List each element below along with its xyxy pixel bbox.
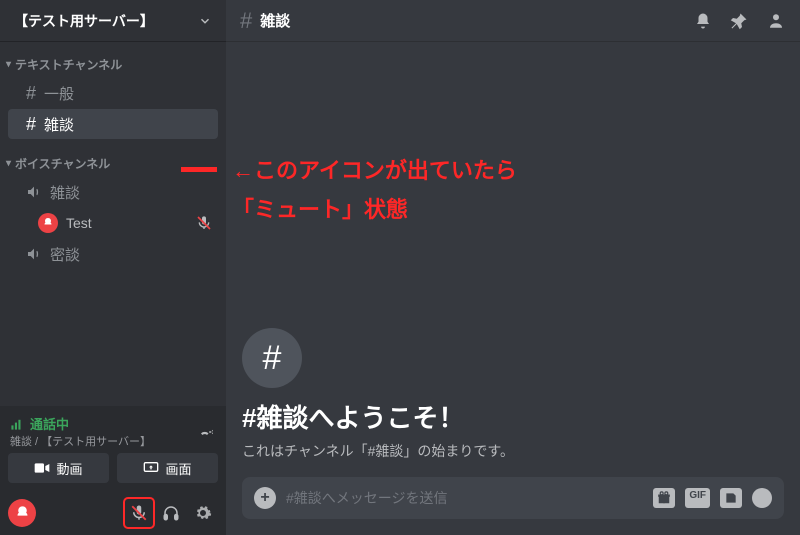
message-area: # #雑談へようこそ！ これはチャンネル「#雑談」の始まりです。 + #雑談へメ… (226, 42, 800, 535)
channel-header: # 雑談 (226, 0, 800, 42)
channel-name: 一般 (44, 83, 74, 104)
channel-name: 密談 (50, 244, 80, 265)
avatar (38, 213, 58, 233)
avatar[interactable] (8, 499, 36, 527)
voice-status-sub: 雑談 / 【テスト用サーバー】 (10, 433, 151, 449)
mic-muted-icon (130, 504, 148, 522)
hash-icon: # (26, 114, 36, 135)
channel-title: 雑談 (260, 10, 290, 31)
chevron-down-icon: ▾ (6, 59, 11, 70)
voice-status-panel: 通話中 雑談 / 【テスト用サーバー】 動画 画面 (0, 406, 226, 535)
hash-icon: # (240, 8, 252, 34)
mic-muted-icon (196, 215, 212, 231)
speaker-icon (26, 184, 42, 200)
server-name: 【テスト用サーバー】 (14, 11, 154, 31)
category-voice[interactable]: ▾ ボイスチャンネル (0, 149, 226, 176)
members-icon[interactable] (766, 12, 786, 30)
category-label: テキストチャンネル (15, 56, 122, 73)
gear-icon (194, 504, 212, 522)
video-button[interactable]: 動画 (8, 453, 109, 483)
gift-button[interactable] (653, 488, 675, 508)
message-composer[interactable]: + #雑談へメッセージを送信 GIF (242, 477, 784, 519)
emoji-button[interactable] (752, 488, 772, 508)
voice-user-name: Test (66, 215, 92, 231)
voice-channel-zatsudan[interactable]: 雑談 (8, 177, 218, 207)
composer-placeholder: #雑談へメッセージを送信 (286, 488, 643, 508)
button-label: 画面 (165, 459, 191, 478)
server-header[interactable]: 【テスト用サーバー】 (0, 0, 226, 42)
text-channel-general[interactable]: # 一般 (8, 78, 218, 108)
pin-icon[interactable] (730, 12, 748, 30)
category-label: ボイスチャンネル (15, 155, 110, 172)
sticker-button[interactable] (720, 488, 742, 508)
screen-icon (143, 461, 159, 475)
camera-icon (34, 462, 50, 474)
voice-channel-mitsu[interactable]: 密談 (8, 239, 218, 269)
category-text[interactable]: ▾ テキストチャンネル (0, 50, 226, 77)
settings-button[interactable] (188, 498, 218, 528)
notifications-icon[interactable] (694, 12, 712, 30)
channel-name: 雑談 (50, 182, 80, 203)
speaker-icon (26, 246, 42, 262)
chevron-down-icon (198, 14, 212, 28)
headphones-icon (162, 504, 180, 522)
voice-connected-label: 通話中 (10, 414, 151, 433)
voice-user[interactable]: Test (0, 208, 226, 238)
main-area: # 雑談 # #雑談へようこそ！ これはチャンネル「#雑談」の始まりです。 + (226, 0, 800, 535)
mute-button[interactable] (124, 498, 154, 528)
deafen-button[interactable] (156, 498, 186, 528)
button-label: 動画 (56, 459, 82, 478)
signal-icon (10, 417, 24, 431)
hash-badge: # (242, 328, 302, 388)
text-channel-zatsudan[interactable]: # 雑談 (8, 109, 218, 139)
hash-icon: # (26, 83, 36, 104)
add-attachment-button[interactable]: + (254, 487, 276, 509)
chevron-down-icon: ▾ (6, 158, 11, 169)
disconnect-button[interactable] (198, 423, 216, 441)
welcome-title: #雑談へようこそ！ (242, 398, 784, 435)
screen-share-button[interactable]: 画面 (117, 453, 218, 483)
welcome-subtitle: これはチャンネル「#雑談」の始まりです。 (242, 441, 784, 461)
channel-list: ▾ テキストチャンネル # 一般 # 雑談 ▾ ボイスチャンネル 雑談 (0, 42, 226, 406)
sidebar: 【テスト用サーバー】 ▾ テキストチャンネル # 一般 # 雑談 ▾ ボイスチャ… (0, 0, 226, 535)
gif-button[interactable]: GIF (685, 488, 710, 508)
channel-name: 雑談 (44, 114, 74, 135)
user-panel (0, 491, 226, 535)
